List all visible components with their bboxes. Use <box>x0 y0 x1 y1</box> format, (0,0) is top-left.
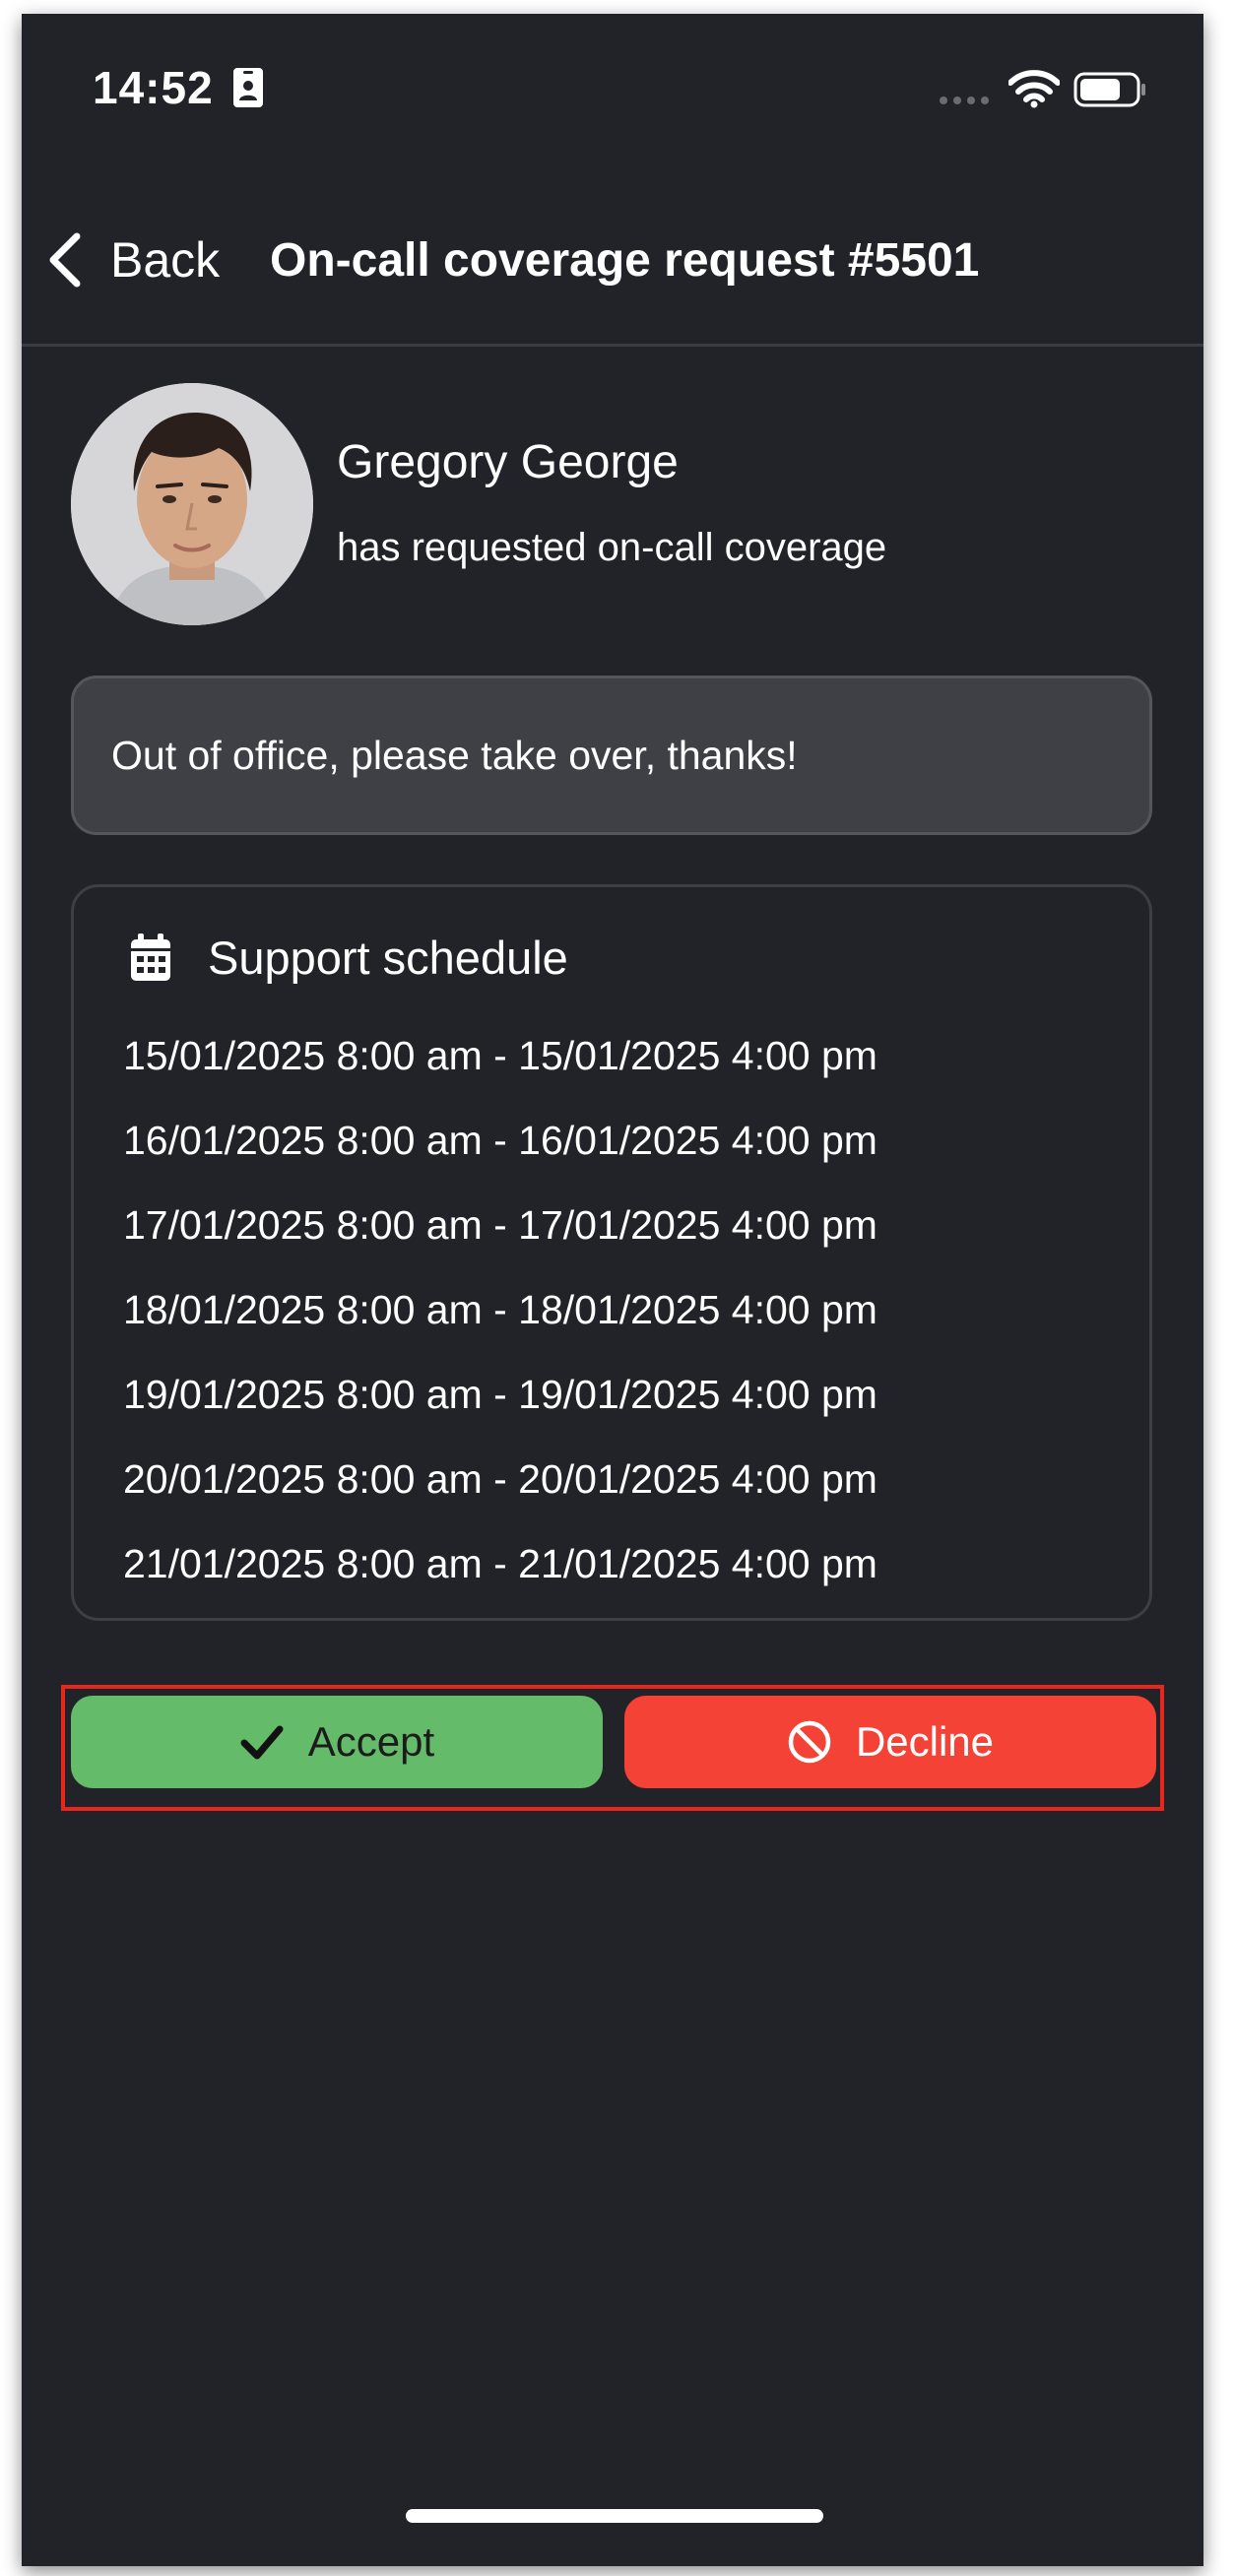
cellular-signal-icon <box>940 97 989 104</box>
schedule-item: 19/01/2025 8:00 am - 19/01/2025 4:00 pm <box>123 1372 878 1417</box>
status-time: 14:52 <box>93 62 214 113</box>
accept-label: Accept <box>307 1718 435 1765</box>
phone-screen: 14:52 Back On-call coverage request #550… <box>22 14 1203 2566</box>
schedule-header: Support schedule <box>129 931 568 985</box>
schedule-item: 16/01/2025 8:00 am - 16/01/2025 4:00 pm <box>123 1118 878 1163</box>
calendar-icon <box>131 933 170 981</box>
schedule-item: 21/01/2025 8:00 am - 21/01/2025 4:00 pm <box>123 1541 878 1586</box>
back-label: Back <box>110 232 221 288</box>
schedule-title: Support schedule <box>208 932 568 984</box>
request-message-text: Out of office, please take over, thanks! <box>111 732 798 778</box>
checkmark-icon <box>240 1725 284 1760</box>
schedule-item: 18/01/2025 8:00 am - 18/01/2025 4:00 pm <box>123 1287 878 1332</box>
decline-label: Decline <box>855 1718 995 1765</box>
schedule-list: 15/01/2025 8:00 am - 15/01/2025 4:00 pm … <box>123 1013 878 1606</box>
accept-button[interactable]: Accept <box>71 1696 603 1788</box>
decline-button[interactable]: Decline <box>624 1696 1156 1788</box>
request-message: Out of office, please take over, thanks! <box>71 676 1152 835</box>
requester-subtitle: has requested on-call coverage <box>337 526 887 569</box>
back-button[interactable]: Back <box>45 211 220 309</box>
schedule-item: 17/01/2025 8:00 am - 17/01/2025 4:00 pm <box>123 1202 878 1248</box>
header-divider <box>22 344 1203 347</box>
id-card-icon <box>233 68 263 107</box>
navigation-bar: Back On-call coverage request #5501 <box>22 211 1203 356</box>
page-title: On-call coverage request #5501 <box>270 233 980 287</box>
avatar <box>71 383 313 625</box>
requester-name: Gregory George <box>337 436 679 488</box>
home-indicator[interactable] <box>406 2509 823 2523</box>
schedule-item: 20/01/2025 8:00 am - 20/01/2025 4:00 pm <box>123 1456 878 1502</box>
schedule-item: 15/01/2025 8:00 am - 15/01/2025 4:00 pm <box>123 1033 878 1078</box>
battery-icon <box>1073 72 1145 107</box>
wifi-icon <box>1008 70 1060 108</box>
prohibited-icon <box>788 1720 831 1764</box>
chevron-left-icon <box>49 232 81 288</box>
schedule-card: Support schedule 15/01/2025 8:00 am - 15… <box>71 884 1152 1621</box>
